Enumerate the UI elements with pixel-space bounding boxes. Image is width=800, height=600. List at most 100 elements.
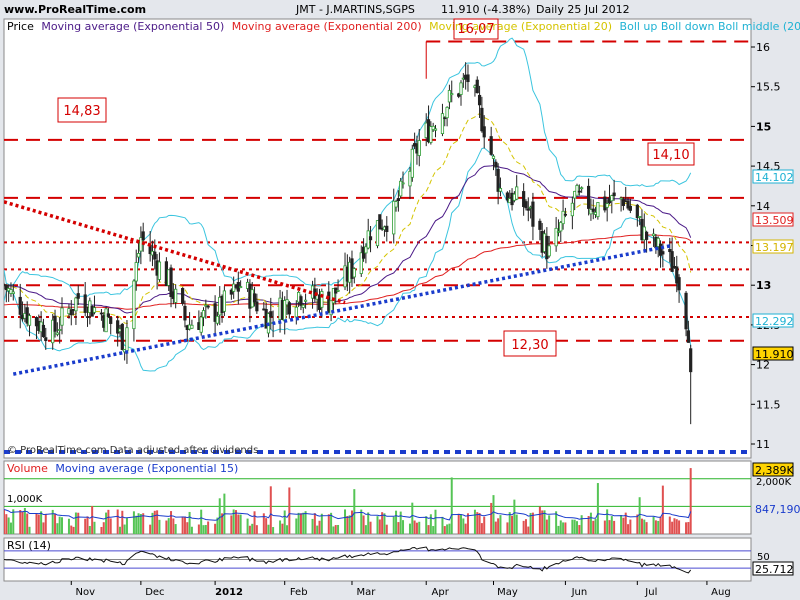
volume-bar-171	[557, 525, 560, 534]
time-tick-label-4: Mar	[357, 587, 377, 598]
volume-bar-186	[606, 509, 609, 534]
price-tick-label-10: 11	[756, 438, 770, 451]
volume-bar-63	[204, 524, 207, 534]
volume-bar-210	[685, 522, 688, 534]
volume-bar-179	[580, 515, 583, 534]
volume-bar-174	[564, 522, 567, 534]
period-date: Daily 25 Jul 2012	[536, 3, 630, 16]
candle-body-104	[336, 289, 340, 292]
volume-bar-211	[687, 522, 690, 534]
candle-body-165	[538, 220, 542, 230]
candle-body-59	[190, 324, 194, 329]
volume-bar-118	[383, 513, 386, 534]
candle-body-204	[661, 251, 665, 255]
volume-bar-102	[332, 526, 335, 534]
volume-bar-203	[659, 516, 662, 534]
volume-bar-112	[364, 525, 367, 534]
volume-bar-48	[156, 510, 159, 534]
volume-bar-1	[5, 514, 8, 534]
candle-body-74	[239, 286, 243, 288]
candle-body-54	[174, 288, 178, 303]
candle-body-211	[686, 330, 690, 343]
volume-bar-193	[627, 524, 630, 534]
tag-bolldown: 12.292	[755, 315, 794, 328]
candle-body-161	[524, 201, 528, 209]
tag-rsi-last: 25.712	[755, 563, 794, 576]
volume-bar-177	[576, 521, 579, 534]
volume-bar-30	[100, 526, 103, 534]
volume-bar-154	[499, 515, 502, 534]
candle-body-126	[410, 148, 414, 178]
volume-bar-115	[376, 516, 379, 534]
volume-bar-55	[181, 516, 184, 534]
volume-legend: Volume Moving average (Exponential 15)	[7, 462, 238, 475]
volume-bar-35	[116, 509, 119, 534]
volume-bar-96	[313, 513, 316, 534]
volume-bar-43	[139, 513, 142, 534]
volume-bar-136	[443, 526, 446, 534]
volume-bar-86	[281, 523, 284, 534]
candle-body-147	[477, 94, 482, 106]
volume-bar-204	[661, 485, 664, 534]
tag-ema20: 13.197	[755, 241, 794, 254]
volume-bar-107	[348, 515, 351, 534]
volume-bar-185	[603, 520, 606, 534]
candle-body-134	[433, 128, 438, 131]
volume-bar-198	[643, 519, 646, 534]
price-tick-label-4: 14	[756, 200, 770, 213]
volume-bar-120	[392, 516, 395, 534]
volume-bar-34	[109, 518, 112, 534]
volume-bar-125	[408, 523, 411, 534]
volume-bar-62	[202, 525, 205, 534]
volume-bar-39	[125, 517, 128, 534]
volume-bar-200	[652, 516, 655, 534]
volume-bar-2	[7, 517, 10, 534]
candle-body-24	[76, 293, 80, 299]
volume-bar-160	[522, 520, 525, 534]
candle-body-79	[255, 301, 259, 312]
volume-bar-162	[527, 526, 530, 534]
candle-body-178	[577, 190, 581, 193]
candle-body-121	[394, 201, 398, 208]
candle-body-180	[587, 185, 591, 209]
candle-body-69	[222, 290, 226, 312]
tag-vol-2000: 2,000K	[756, 477, 792, 488]
volume-bar-153	[497, 518, 500, 534]
candle-body-26	[85, 316, 90, 319]
tag-bollup: 14.102	[755, 171, 794, 184]
volume-bar-56	[183, 516, 186, 534]
volume-bar-20	[67, 518, 70, 534]
volume-bar-53	[172, 518, 175, 534]
volume-bar-74	[239, 514, 242, 534]
candle-body-19	[60, 307, 64, 326]
candle-body-175	[570, 202, 574, 217]
candle-body-124	[401, 182, 405, 185]
volume-bar-135	[441, 516, 444, 534]
candle-body-17	[55, 332, 59, 335]
candle-body-66	[215, 315, 220, 324]
volume-bar-169	[548, 515, 551, 534]
volume-bar-173	[562, 522, 565, 534]
volume-bar-114	[369, 521, 372, 534]
volume-bar-95	[311, 518, 314, 534]
volume-level-label: 1,000K	[7, 494, 43, 505]
legend-volume: Volume	[7, 462, 48, 475]
chart-header: www.ProRealTime.com JMT - J.MARTINS,SGPS…	[4, 3, 630, 16]
volume-bar-168	[545, 519, 548, 534]
volume-bar-188	[610, 516, 613, 534]
volume-bar-131	[427, 525, 430, 534]
volume-bar-142	[462, 518, 465, 534]
time-tick-label-2: 2012	[215, 587, 243, 598]
candle-body-18	[58, 329, 62, 331]
volume-bar-146	[476, 512, 479, 534]
volume-bar-119	[385, 524, 388, 534]
volume-bar-155	[506, 522, 509, 534]
candle-body-135	[440, 113, 445, 134]
volume-bar-172	[559, 520, 562, 534]
volume-bar-6	[21, 511, 24, 534]
volume-bar-158	[513, 499, 516, 534]
volume-bar-78	[253, 511, 256, 534]
volume-bar-54	[174, 524, 177, 534]
volume-bar-21	[70, 525, 73, 534]
volume-bar-58	[188, 511, 191, 534]
